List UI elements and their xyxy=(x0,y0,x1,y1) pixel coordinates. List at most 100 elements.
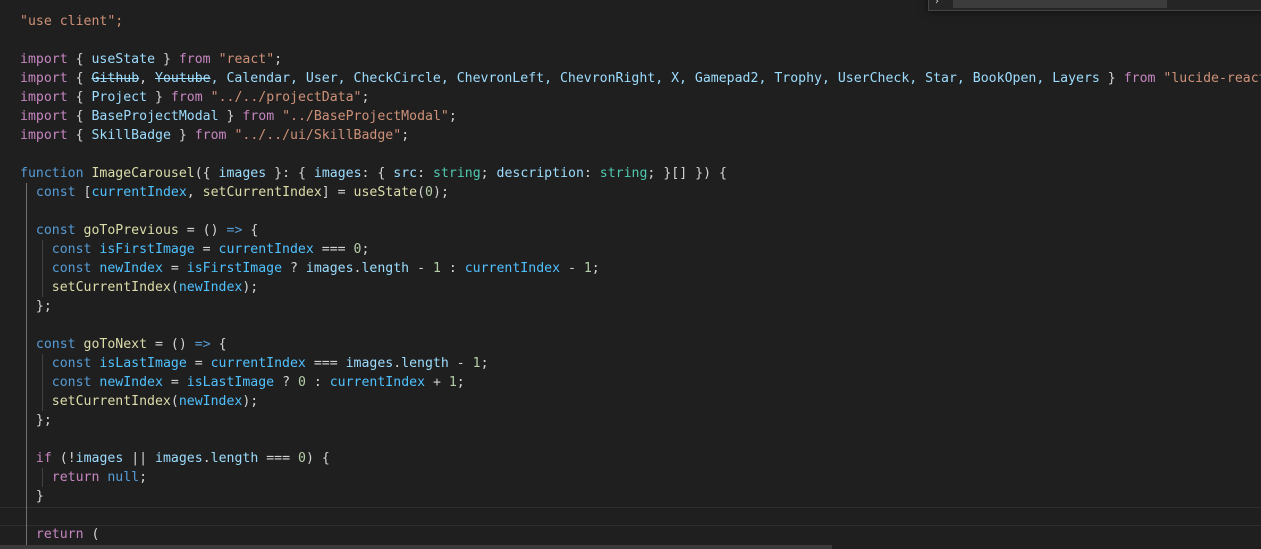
code-token: currentIndex xyxy=(218,242,314,257)
code-token: setCurrentIndex xyxy=(202,185,322,200)
code-line: const isLastImage = currentIndex === ima… xyxy=(20,354,489,373)
code-line: return ( xyxy=(20,525,100,544)
code-token: === xyxy=(305,356,346,371)
code-token: } xyxy=(35,413,44,428)
code-token: 0 xyxy=(297,375,306,390)
code-line: const isFirstImage = currentIndex === 0; xyxy=(20,240,370,259)
code-token: return xyxy=(35,527,84,542)
code-token: useState xyxy=(83,52,163,67)
code-token: images xyxy=(305,166,362,181)
code-token: "../../ui/SkillBadge" xyxy=(234,128,402,143)
code-token: } xyxy=(35,299,44,314)
code-token: ; xyxy=(591,261,600,276)
code-token: { xyxy=(75,128,84,143)
code-token: { xyxy=(202,166,211,181)
code-token: { xyxy=(297,166,306,181)
code-token: : xyxy=(440,261,465,276)
code-token: import xyxy=(20,52,68,67)
code-token: images xyxy=(305,261,354,276)
code-token: [] xyxy=(671,166,688,181)
code-token: goToNext xyxy=(83,337,148,352)
code-token: = xyxy=(162,375,187,390)
code-token: = xyxy=(147,337,171,352)
code-line: const newIndex = isLastImage ? 0 : curre… xyxy=(20,373,465,392)
code-line: import { BaseProjectModal } from "../Bas… xyxy=(20,107,457,126)
code-token: . xyxy=(202,451,211,466)
chevron-right-icon[interactable]: › xyxy=(935,0,945,7)
code-line: const goToPrevious = () => { xyxy=(20,221,258,240)
code-token: } xyxy=(35,489,44,504)
code-token: goToPrevious xyxy=(83,223,179,238)
code-token: : xyxy=(417,166,434,181)
code-token: Github xyxy=(91,71,140,86)
code-token: : xyxy=(282,166,298,181)
code-token: from xyxy=(170,90,203,105)
code-token: => xyxy=(226,223,243,238)
code-token: from xyxy=(178,52,211,67)
horizontal-scrollbar[interactable] xyxy=(0,545,832,549)
find-widget: › Aa ab .* xyxy=(928,0,1261,11)
code-token: import xyxy=(20,128,68,143)
code-token: , xyxy=(139,71,156,86)
code-token: [ xyxy=(83,185,92,200)
code-token: currentIndex xyxy=(210,356,306,371)
code-token: "../BaseProjectModal" xyxy=(282,109,449,124)
code-token: ! xyxy=(67,451,76,466)
find-input[interactable] xyxy=(953,0,1167,8)
code-token: 0 xyxy=(425,185,433,200)
current-line-highlight xyxy=(0,507,1261,526)
code-token: = xyxy=(178,223,203,238)
match-case-icon[interactable]: Aa xyxy=(1173,0,1195,5)
code-token: , xyxy=(186,185,203,200)
code-token: - xyxy=(448,356,473,371)
code-token: 0 xyxy=(297,451,306,466)
code-token: ( xyxy=(91,527,100,542)
code-token: ( xyxy=(170,394,179,409)
code-token: return xyxy=(51,470,100,485)
code-token: 1 xyxy=(432,261,441,276)
code-token: + xyxy=(425,375,449,390)
code-token: ; xyxy=(456,375,465,390)
code-token: string xyxy=(599,166,648,181)
code-token: newIndex xyxy=(99,261,163,276)
regex-icon[interactable]: .* xyxy=(1225,0,1247,5)
code-token: ) xyxy=(703,166,712,181)
code-token: = xyxy=(329,185,354,200)
code-editor[interactable]: "use client"; import { useState } from "r… xyxy=(0,0,1261,549)
code-token: ; xyxy=(361,242,370,257)
code-token: === xyxy=(313,242,354,257)
code-token: => xyxy=(194,337,211,352)
code-token: string xyxy=(433,166,481,181)
code-token: if xyxy=(35,451,52,466)
code-token: ; xyxy=(274,52,283,67)
code-token: from xyxy=(242,109,275,124)
whole-word-icon[interactable]: ab xyxy=(1199,0,1221,5)
code-token: () xyxy=(170,337,187,352)
code-token: ; xyxy=(440,185,449,200)
code-line: "use client"; xyxy=(20,12,123,31)
code-token: images xyxy=(155,451,203,466)
code-token: ) xyxy=(305,451,314,466)
code-token: const xyxy=(51,261,92,276)
